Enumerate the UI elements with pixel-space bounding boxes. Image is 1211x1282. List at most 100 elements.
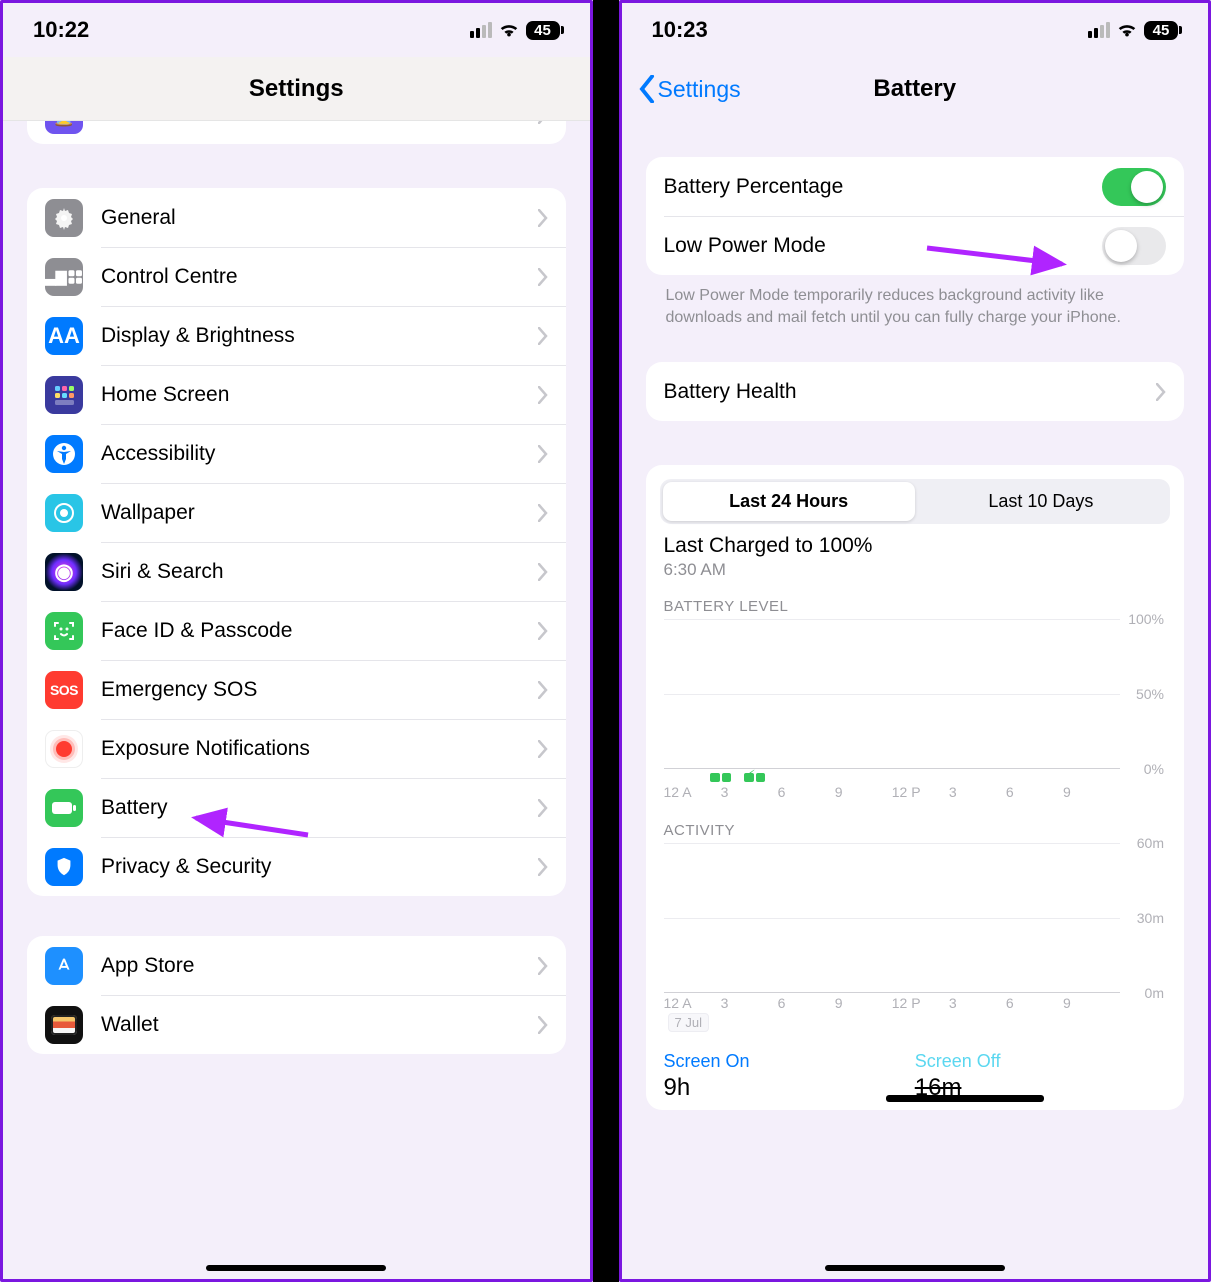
screen-on-value: 9h (664, 1074, 915, 1102)
settings-row-privacy[interactable]: Privacy & Security (27, 837, 566, 896)
settings-row-siri[interactable]: ◉Siri & Search (27, 542, 566, 601)
x-tick: 9 (1063, 995, 1120, 1011)
low-power-footnote: Low Power Mode temporarily reduces backg… (646, 275, 1185, 328)
chevron-right-icon (538, 622, 548, 640)
chevron-right-icon (538, 445, 548, 463)
y-tick: 50% (1136, 686, 1164, 702)
nav-bar: Settings (3, 57, 590, 121)
charging-indicator-track (664, 773, 1121, 782)
settings-list[interactable]: ⏳ Screen Time General ▃▇ Control Centre AAD… (3, 121, 590, 1279)
tab-last-24h[interactable]: Last 24 Hours (663, 482, 915, 521)
chevron-right-icon (538, 799, 548, 817)
wifi-icon (498, 21, 520, 39)
x-tick: 6 (1006, 784, 1063, 800)
last-charged-title: Last Charged to 100% (664, 534, 1167, 558)
home-indicator[interactable] (825, 1265, 1005, 1271)
row-label: Exposure Notifications (101, 737, 538, 761)
x-tick: 12 A (664, 995, 721, 1011)
row-label: Wallpaper (101, 501, 538, 525)
x-tick: 9 (835, 995, 892, 1011)
row-label: Privacy & Security (101, 855, 538, 879)
x-axis-ticks: 12 A36912 P369 (664, 782, 1121, 800)
row-label: Screen Time (101, 121, 538, 127)
chevron-right-icon (538, 740, 548, 758)
chevron-right-icon (538, 327, 548, 345)
battery-percentage-toggle[interactable] (1102, 168, 1166, 206)
settings-row-screentime[interactable]: ⏳ Screen Time (27, 121, 566, 144)
exposure-icon (45, 730, 83, 768)
x-tick: 3 (949, 784, 1006, 800)
chevron-right-icon (538, 268, 548, 286)
battery-status-icon: 45 (526, 21, 560, 40)
x-tick: 12 A (664, 784, 721, 800)
time-range-segmented: Last 24 Hours Last 10 Days (660, 479, 1171, 524)
home-icon (45, 376, 83, 414)
settings-row-home[interactable]: Home Screen (27, 365, 566, 424)
settings-row-wallpaper[interactable]: Wallpaper (27, 483, 566, 542)
back-button[interactable]: Settings (638, 75, 741, 103)
chevron-right-icon (538, 504, 548, 522)
battery-level-chart: 100% 50% 0% (664, 619, 1167, 769)
accessibility-icon (45, 435, 83, 473)
sos-icon: SOS (45, 671, 83, 709)
control-centre-icon: ▃▇ (45, 258, 83, 296)
settings-row-appstore[interactable]: App Store (27, 936, 566, 995)
x-tick: 9 (835, 784, 892, 800)
row-label: Battery Percentage (664, 175, 1103, 199)
wallet-icon (45, 1006, 83, 1044)
settings-row-accessibility[interactable]: Accessibility (27, 424, 566, 483)
tab-last-10d[interactable]: Last 10 Days (915, 482, 1167, 521)
siri-icon: ◉ (45, 553, 83, 591)
wifi-icon (1116, 21, 1138, 39)
chevron-right-icon (538, 1016, 548, 1034)
x-axis-ticks: 12 A36912 P369 (664, 993, 1121, 1011)
x-tick: 3 (721, 995, 778, 1011)
phone-battery-screen: 10:23 45 Settings Battery Battery Percen… (619, 0, 1211, 1282)
screen-off-label: Screen Off (915, 1051, 1166, 1072)
low-power-mode-row: Low Power Mode (646, 216, 1185, 275)
x-tick: 12 P (892, 784, 949, 800)
settings-row-general[interactable]: General (27, 188, 566, 247)
battery-status-icon: 45 (1144, 21, 1178, 40)
x-tick: 9 (1063, 784, 1120, 800)
chevron-right-icon (538, 957, 548, 975)
low-power-mode-toggle[interactable] (1102, 227, 1166, 265)
status-bar: 10:23 45 (622, 3, 1209, 57)
battery-content[interactable]: Battery Percentage Low Power Mode Low Po… (622, 121, 1209, 1279)
settings-row-sos[interactable]: SOSEmergency SOS (27, 660, 566, 719)
activity-chart: 60m 30m 0m (664, 843, 1167, 993)
y-tick: 100% (1128, 611, 1164, 627)
y-tick: 0m (1145, 985, 1164, 1001)
settings-row-exposure[interactable]: Exposure Notifications (27, 719, 566, 778)
phone-settings-screen: 10:22 45 Settings ⏳ Screen Time General▃… (0, 0, 593, 1282)
row-label: Low Power Mode (664, 234, 1103, 258)
row-label: Home Screen (101, 383, 538, 407)
screen-on-label: Screen On (664, 1051, 915, 1072)
last-charged-time: 6:30 AM (664, 560, 1167, 580)
home-indicator[interactable] (206, 1265, 386, 1271)
status-bar: 10:22 45 (3, 3, 590, 57)
chevron-right-icon (538, 209, 548, 227)
x-tick: 6 (778, 995, 835, 1011)
charging-bolt-icon: ⚡︎ (746, 767, 756, 784)
general-icon (45, 199, 83, 237)
settings-row-control-centre[interactable]: ▃▇ Control Centre (27, 247, 566, 306)
settings-row-faceid[interactable]: Face ID & Passcode (27, 601, 566, 660)
page-title: Settings (249, 75, 344, 103)
faceid-icon (45, 612, 83, 650)
battery-health-row[interactable]: Battery Health (646, 362, 1185, 421)
chevron-right-icon (1156, 383, 1166, 401)
row-label: Battery Health (664, 380, 1157, 404)
display-icon: AA (45, 317, 83, 355)
privacy-icon (45, 848, 83, 886)
x-tick: 12 P (892, 995, 949, 1011)
settings-row-wallet[interactable]: Wallet (27, 995, 566, 1054)
cellular-signal-icon (470, 22, 492, 38)
row-label: Accessibility (101, 442, 538, 466)
settings-row-display[interactable]: AADisplay & Brightness (27, 306, 566, 365)
chevron-right-icon (538, 563, 548, 581)
row-label: Control Centre (101, 265, 538, 289)
chevron-right-icon (538, 386, 548, 404)
y-tick: 30m (1137, 910, 1164, 926)
settings-row-battery[interactable]: Battery (27, 778, 566, 837)
